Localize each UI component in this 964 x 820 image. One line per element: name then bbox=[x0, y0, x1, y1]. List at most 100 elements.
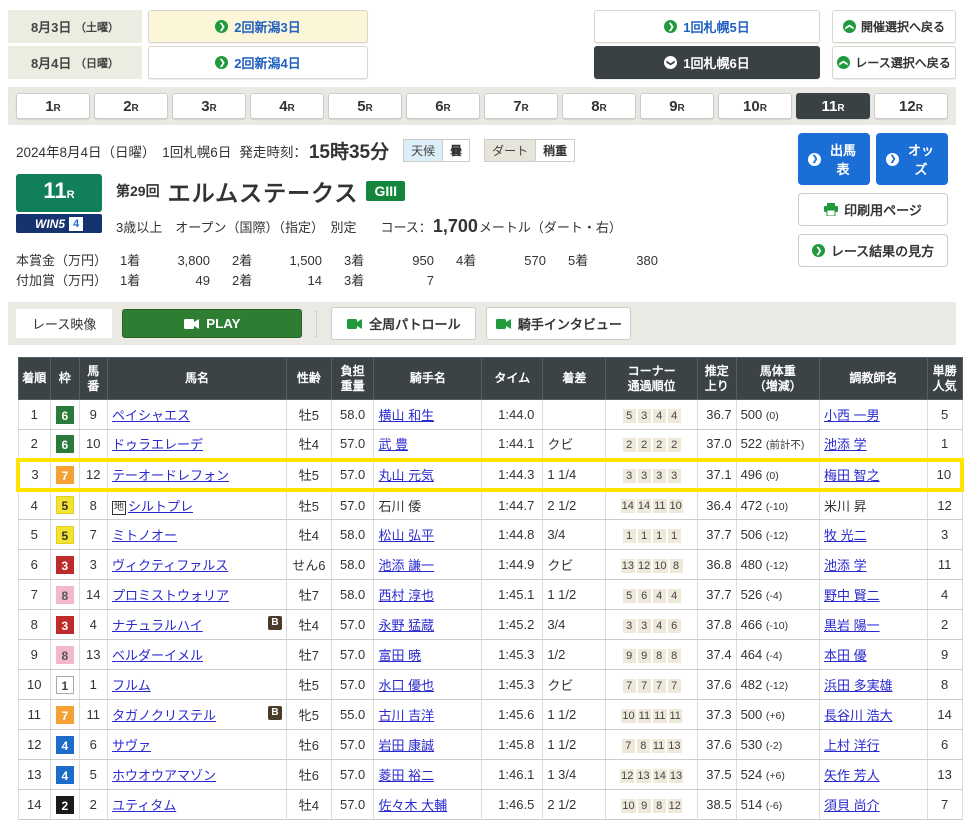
horse-name-cell: 地シルトプレ bbox=[107, 490, 286, 520]
jockey-link[interactable]: 佐々木 大輔 bbox=[378, 798, 447, 813]
race-tab-1r[interactable]: 1R bbox=[16, 93, 90, 119]
horse-link[interactable]: プロミストウォリア bbox=[112, 588, 229, 603]
jockey-interview-button[interactable]: 騎手インタビュー bbox=[486, 307, 631, 340]
win-popularity: 7 bbox=[927, 790, 962, 820]
horse-link[interactable]: ナチュラルハイ bbox=[112, 618, 203, 633]
jockey-link[interactable]: 松山 弘平 bbox=[378, 528, 434, 543]
trainer-link[interactable]: 池添 学 bbox=[824, 558, 867, 573]
kaisai-button-1回札幌6日[interactable]: ❯1回札幌6日 bbox=[594, 46, 820, 79]
result-row: 1345ホウオウアマゾン牡657.0菱田 裕二1:46.11 3/4121314… bbox=[18, 760, 962, 790]
play-button[interactable]: PLAY bbox=[122, 309, 302, 338]
jockey-link[interactable]: 丸山 元気 bbox=[378, 468, 434, 483]
horse-link[interactable]: サヴァ bbox=[112, 738, 151, 753]
race-tab-12r[interactable]: 12R bbox=[874, 93, 948, 119]
body-weight: 466 (-10) bbox=[736, 610, 819, 640]
bracket-number: 3 bbox=[56, 616, 74, 634]
body-weight: 472 (-10) bbox=[736, 490, 819, 520]
trainer-link[interactable]: 小西 一男 bbox=[824, 408, 880, 423]
horse-name-cell: サヴァ bbox=[107, 730, 286, 760]
margin: 1 1/2 bbox=[543, 730, 606, 760]
print-page-button[interactable]: 印刷用ページ bbox=[798, 193, 948, 226]
horse-link[interactable]: ペイシャエス bbox=[112, 408, 190, 423]
horse-name-cell: ナチュラルハイB bbox=[107, 610, 286, 640]
horse-link[interactable]: ミトノオー bbox=[112, 528, 177, 543]
bracket-number: 6 bbox=[56, 406, 74, 424]
bracket-number: 7 bbox=[56, 706, 74, 724]
corner-positions: 7777 bbox=[606, 670, 698, 700]
trainer-link[interactable]: 黒岩 陽一 bbox=[824, 618, 880, 633]
trainer-link[interactable]: 野中 賢二 bbox=[824, 588, 880, 603]
race-tab-11r[interactable]: 11R bbox=[796, 93, 870, 119]
trainer-link[interactable]: 牧 光二 bbox=[824, 528, 867, 543]
trainer-cell: 牧 光二 bbox=[819, 520, 927, 550]
odds-button[interactable]: ❯ オッズ bbox=[876, 133, 948, 185]
finish-time: 1:44.8 bbox=[482, 520, 543, 550]
horse-link[interactable]: タガノクリステル bbox=[112, 708, 216, 723]
prize-pair: 1着49 bbox=[120, 271, 232, 291]
result-guide-button[interactable]: ❯ レース結果の見方 bbox=[798, 234, 948, 267]
arrow-right-icon: ❯ bbox=[812, 244, 825, 257]
jockey-link[interactable]: 池添 謙一 bbox=[378, 558, 434, 573]
shutsuba-button[interactable]: ❯ 出馬表 bbox=[798, 133, 870, 185]
jockey-link[interactable]: 西村 淳也 bbox=[378, 588, 434, 603]
race-tab-7r[interactable]: 7R bbox=[484, 93, 558, 119]
corner-positions: 10111111 bbox=[606, 700, 698, 730]
horse-link[interactable]: ユティタム bbox=[112, 798, 176, 813]
kaisai-button-2回新潟4日[interactable]: ❯2回新潟4日 bbox=[148, 46, 368, 79]
start-time-value: 15時35分 bbox=[309, 137, 389, 164]
horse-link[interactable]: テーオードレフォン bbox=[112, 468, 229, 483]
jockey-link[interactable]: 永野 猛蔵 bbox=[378, 618, 434, 633]
trainer-link[interactable]: 須貝 尚介 bbox=[824, 798, 880, 813]
jockey-cell: 丸山 元気 bbox=[374, 460, 482, 490]
column-header: 着差 bbox=[543, 358, 606, 400]
track-value: 稍重 bbox=[535, 140, 574, 161]
trainer-cell: 野中 賢二 bbox=[819, 580, 927, 610]
jockey-link[interactable]: 古川 吉洋 bbox=[378, 708, 434, 723]
race-tab-8r[interactable]: 8R bbox=[562, 93, 636, 119]
race-tab-3r[interactable]: 3R bbox=[172, 93, 246, 119]
horse-link[interactable]: ドゥラエレーデ bbox=[112, 437, 203, 452]
race-tab-5r[interactable]: 5R bbox=[328, 93, 402, 119]
trainer-link[interactable]: 上村 洋行 bbox=[824, 738, 880, 753]
kaisai-button-2回新潟3日[interactable]: ❯2回新潟3日 bbox=[148, 10, 368, 43]
jockey-link[interactable]: 武 豊 bbox=[378, 437, 408, 452]
horse-link[interactable]: ヴィクティファルス bbox=[112, 558, 228, 573]
trainer-link[interactable]: 梅田 智之 bbox=[824, 468, 880, 483]
race-tab-4r[interactable]: 4R bbox=[250, 93, 324, 119]
race-tab-9r[interactable]: 9R bbox=[640, 93, 714, 119]
kaisai-button-1回札幌5日[interactable]: ❯1回札幌5日 bbox=[594, 10, 820, 43]
jockey-link[interactable]: 水口 優也 bbox=[378, 678, 434, 693]
race-tab-10r[interactable]: 10R bbox=[718, 93, 792, 119]
win-popularity: 14 bbox=[927, 700, 962, 730]
race-tab-6r[interactable]: 6R bbox=[406, 93, 480, 119]
jockey-cell: 菱田 裕二 bbox=[374, 760, 482, 790]
prize-pair: 4着570 bbox=[456, 251, 568, 271]
body-weight: 464 (-4) bbox=[736, 640, 819, 670]
trainer-link[interactable]: 池添 学 bbox=[824, 437, 867, 452]
finish-time: 1:44.7 bbox=[482, 490, 543, 520]
race-tab-2r[interactable]: 2R bbox=[94, 93, 168, 119]
horse-link[interactable]: ホウオウアマゾン bbox=[112, 768, 216, 783]
win-popularity: 13 bbox=[927, 760, 962, 790]
corner-positions: 1111 bbox=[606, 520, 698, 550]
back-button-race[interactable]: ❯レース選択へ戻る bbox=[832, 46, 956, 79]
patrol-video-button[interactable]: 全周パトロール bbox=[331, 307, 476, 340]
horse-link[interactable]: シルトプレ bbox=[128, 499, 193, 514]
column-header: 推定上り bbox=[697, 358, 736, 400]
trainer-link[interactable]: 本田 優 bbox=[824, 648, 867, 663]
jockey-link[interactable]: 横山 和生 bbox=[378, 408, 434, 423]
trainer-link[interactable]: 浜田 多実雄 bbox=[824, 678, 893, 693]
result-row: 1246サヴァ牡657.0岩田 康誠1:45.81 1/278111337.65… bbox=[18, 730, 962, 760]
trainer-link[interactable]: 長谷川 浩大 bbox=[824, 708, 893, 723]
jockey-link[interactable]: 富田 暁 bbox=[378, 648, 421, 663]
horse-link[interactable]: ベルダーイメル bbox=[112, 648, 203, 663]
finish-time: 1:46.5 bbox=[482, 790, 543, 820]
jockey-link[interactable]: 岩田 康誠 bbox=[378, 738, 434, 753]
body-weight: 500 (+6) bbox=[736, 700, 819, 730]
back-button-kaisai[interactable]: ❯開催選択へ戻る bbox=[832, 10, 956, 43]
arrow-right-icon: ❯ bbox=[664, 20, 677, 33]
bracket-number: 4 bbox=[56, 736, 74, 754]
trainer-link[interactable]: 矢作 芳人 bbox=[824, 768, 880, 783]
jockey-link[interactable]: 菱田 裕二 bbox=[378, 768, 434, 783]
horse-link[interactable]: フルム bbox=[112, 678, 151, 693]
